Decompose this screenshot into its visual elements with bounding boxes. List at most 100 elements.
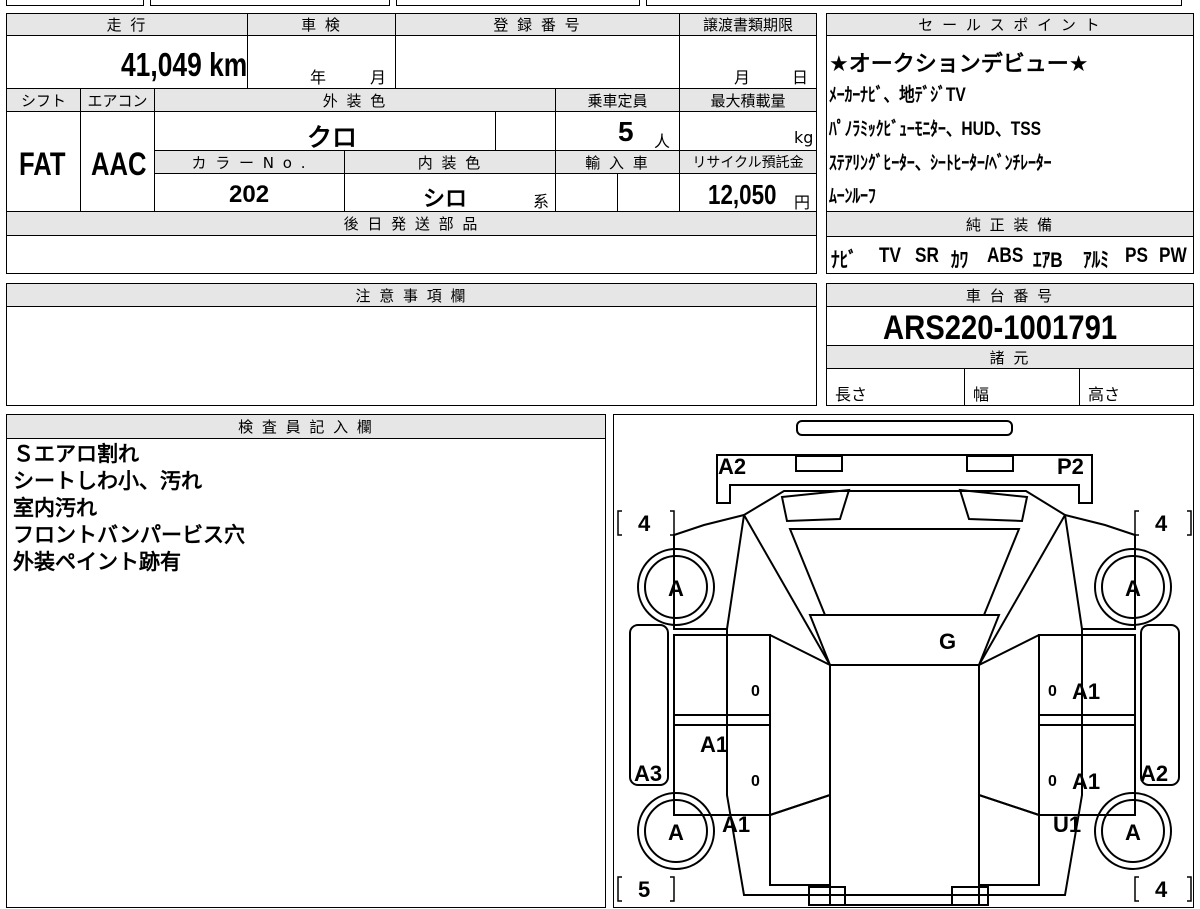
front-bumper-shape: [796, 420, 1013, 436]
sales-points-header: セ ー ル ス ポ イ ン ト: [826, 13, 1194, 36]
chassis-number-cell: ARS220-1001791: [826, 306, 1194, 347]
spec-width-cell: 幅: [964, 368, 1080, 406]
spec-width-label: 幅: [973, 385, 990, 404]
inspector-header: 検 査 員 記 入 欄: [6, 414, 606, 439]
registration-cell: [395, 35, 680, 89]
mark-hood-glass: G: [939, 629, 956, 654]
recycle-fee-header: リサイクル預託金: [679, 150, 817, 174]
headlight-right: [958, 488, 1029, 523]
inspector-body: Ｓエアロ割れ シートしわ小、汚れ 室内汚れ フロントバンパービス穴 外装ペイント…: [6, 438, 606, 908]
sales-point-line: ★オークションデビュー★: [829, 52, 1089, 77]
inspector-note: Ｓエアロ割れ: [13, 442, 139, 466]
rear-window-left: [769, 793, 831, 886]
mark-door-fr-zero: 0: [1048, 683, 1057, 700]
transfer-deadline-header: 譲渡書類期限: [679, 13, 817, 36]
notes-header: 注 意 事 項 欄: [6, 283, 817, 307]
mark-rear-left: A1: [722, 812, 750, 837]
interior-color-value: シロ: [423, 186, 468, 211]
headlight-left: [780, 488, 851, 523]
transfer-day-unit: 日: [792, 68, 809, 87]
genuine-equipment-body: ﾅﾋﾞ TV SR ｶﾜ ABS ｴｱB ｱﾙﾐ PS PW: [826, 236, 1194, 274]
color-no-cell: 202: [154, 173, 345, 212]
inspector-note: シートしわ小、汚れ: [13, 469, 202, 493]
roof-outline: [829, 664, 980, 906]
aircon-header: エアコン: [80, 88, 155, 112]
fog-lamp-left: [795, 455, 843, 472]
recycle-fee-unit: 円: [794, 193, 811, 212]
capacity-cell: 5 人: [555, 111, 680, 151]
color-no-value: 202: [229, 181, 270, 208]
max-load-cell: kg: [679, 111, 817, 151]
color-no-header: カ ラ ー N o .: [154, 150, 345, 174]
interior-color-suffix: 系: [533, 192, 550, 211]
mark-door-rl-zero: 0: [751, 773, 760, 790]
later-parts-cell: [6, 235, 817, 274]
fog-lamp-right: [966, 455, 1014, 472]
import-cell-left: [555, 173, 618, 212]
mark-door-fl-zero: 0: [751, 683, 760, 700]
front-bumper-body: [716, 454, 1093, 504]
interior-color-header: 内 装 色: [344, 150, 556, 174]
exterior-color-header: 外 装 色: [154, 88, 556, 112]
sales-points-body: ★オークションデビュー★ ﾒｰｶｰﾅﾋﾞ、地ﾃﾞｼﾞTV ﾊﾟﾉﾗﾐｯｸﾋﾞｭｰ…: [826, 35, 1194, 212]
tread-depth-fr: 4: [1155, 511, 1168, 536]
mileage-cell: 41,049 km: [6, 35, 248, 89]
mark-door-rl-a1: A1: [700, 732, 728, 757]
mark-tire-fl: A: [668, 576, 684, 601]
inspection-month-unit: 月: [370, 68, 387, 87]
transfer-deadline-cell: 月 日: [679, 35, 817, 89]
inspector-note: フロントバンパービス穴: [13, 523, 246, 547]
inspector-note: 室内汚れ: [13, 496, 97, 520]
equipment-item-abs: ABS: [987, 244, 1024, 267]
inspection-header: 車 検: [247, 13, 396, 36]
exterior-color-value: クロ: [307, 124, 358, 152]
top-strip: [0, 0, 1200, 6]
transfer-month-unit: 月: [734, 68, 751, 87]
tread-depth-rl: 5: [638, 877, 650, 902]
spec-height-label: 高さ: [1088, 385, 1121, 404]
windshield-outline: [808, 614, 1001, 666]
mark-door-fr: A1: [1072, 679, 1100, 704]
mark-sill-right: A2: [1140, 761, 1168, 786]
import-header: 輸 入 車: [555, 150, 680, 174]
car-diagram-panel: A2 P2 A A A A G A1 A1 A1 A3 A2 A1 U1 0 0…: [613, 414, 1194, 908]
mark-rear-right: U1: [1053, 812, 1081, 837]
inspection-cell: 年 月: [247, 35, 396, 89]
inspector-note: 外装ペイント跡有: [13, 550, 181, 574]
tread-depth-fl: 4: [638, 511, 651, 536]
equipment-item-ps: PS: [1125, 244, 1148, 267]
aircon-cell: AAC: [80, 111, 155, 212]
notes-body: [6, 306, 817, 406]
import-cell-right: [617, 173, 680, 212]
mark-p2-front-right: P2: [1057, 454, 1084, 479]
capacity-unit: 人: [654, 132, 671, 151]
shift-cell: FAT: [6, 111, 81, 212]
car-diagram: A2 P2 A A A A G A1 A1 A1 A3 A2 A1 U1 0 0…: [617, 420, 1192, 906]
capacity-value: 5: [618, 116, 634, 147]
mileage-header: 走 行: [6, 13, 248, 36]
mark-sill-left: A3: [634, 761, 662, 786]
exterior-color-extra-cell: [495, 111, 556, 151]
mark-door-rr-zero: 0: [1048, 773, 1057, 790]
max-load-header: 最大積載量: [679, 88, 817, 112]
tread-depth-rr: 4: [1155, 877, 1168, 902]
spec-length-cell: 長さ: [826, 368, 965, 406]
sales-point-line: ﾑｰﾝﾙｰﾌ: [829, 186, 876, 207]
fender-front-left: [673, 514, 745, 630]
mark-a2-front-left: A2: [718, 454, 746, 479]
equipment-item-airbag: ｴｱB: [1033, 249, 1063, 272]
body-outline: [726, 490, 1083, 896]
registration-header: 登 録 番 号: [395, 13, 680, 36]
mark-tire-fr: A: [1125, 576, 1141, 601]
inspection-year-unit: 年: [310, 68, 327, 87]
sales-point-line: ｽﾃｱﾘﾝｸﾞﾋｰﾀｰ、ｼｰﾄﾋｰﾀｰ/ﾍﾞﾝﾁﾚｰﾀｰ: [829, 153, 1052, 174]
equipment-item-sr: SR: [915, 244, 939, 267]
recycle-fee-cell: 12,050 円: [679, 173, 817, 212]
equipment-item-tv: TV: [879, 244, 902, 267]
mileage-value: 41,049 km: [121, 46, 248, 83]
equipment-item-navi: ﾅﾋﾞ: [831, 249, 857, 272]
chassis-number-value: ARS220-1001791: [883, 309, 1118, 347]
mark-tire-rl: A: [668, 820, 684, 845]
capacity-header: 乗車定員: [555, 88, 680, 112]
interior-color-cell: シロ 系: [344, 173, 556, 212]
